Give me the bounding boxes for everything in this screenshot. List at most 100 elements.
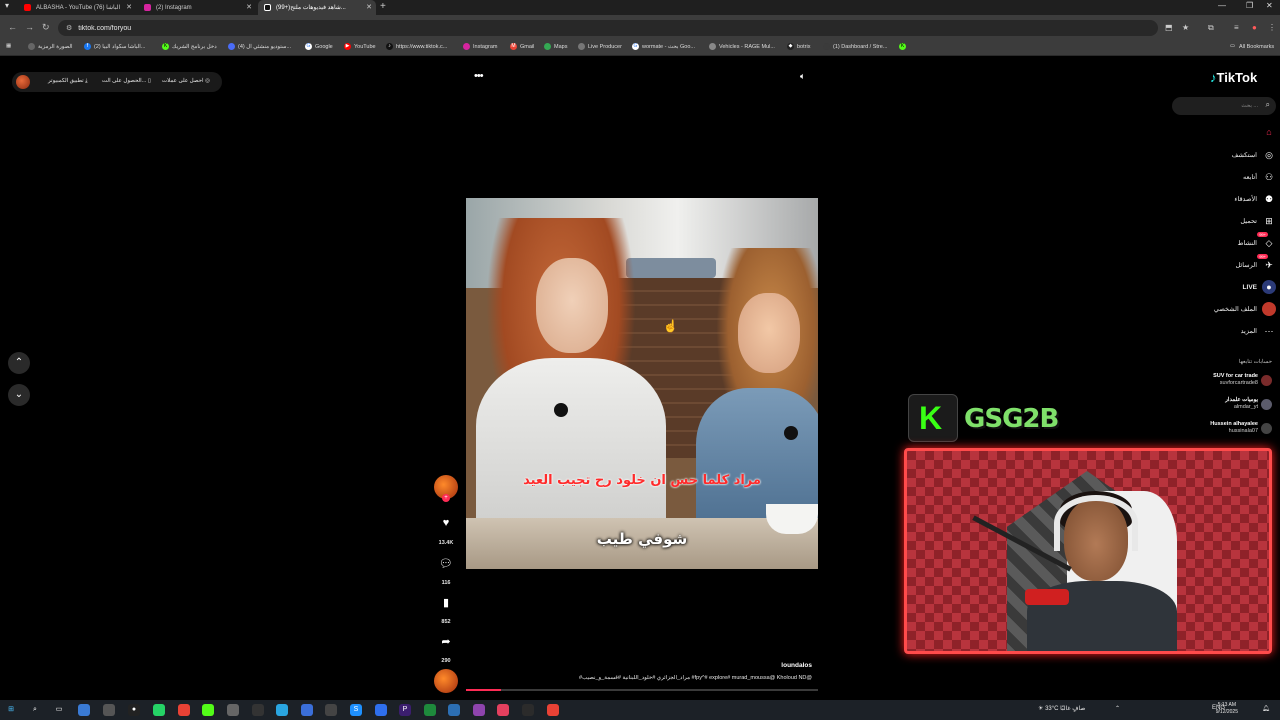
reload-icon[interactable]: ↻ <box>42 22 50 33</box>
nav-following[interactable]: أتابعه ⚇ <box>1180 169 1276 185</box>
tab-instagram[interactable]: (2) Instagram ✕ <box>138 0 256 15</box>
volume-icon[interactable]: 🔈︎ <box>800 71 805 82</box>
media-icon[interactable]: ≡ <box>1234 23 1239 32</box>
premiere-icon[interactable]: P <box>399 704 411 716</box>
nav-messages[interactable]: الرسائل ✈ 99+ <box>1180 254 1276 273</box>
tab-tiktok[interactable]: (99+)شاهد فيديوهات ملتح... ✕ <box>258 0 376 15</box>
omnibox[interactable]: ⚙ <box>58 20 1158 36</box>
app-icon[interactable]: ● <box>128 704 140 716</box>
get-on-tv-button[interactable]: الحصول على الت... ▯ <box>102 78 151 84</box>
extensions-icon[interactable]: ⧉ <box>1208 23 1214 33</box>
search-icon[interactable]: ⌕ <box>29 704 41 716</box>
minimize-icon[interactable]: — <box>1218 1 1226 10</box>
weather-widget[interactable]: ☀ 33°C صافٍ غالبًا <box>1038 705 1085 712</box>
next-video-button[interactable]: ⌄ <box>8 384 30 406</box>
bookmark-item[interactable]: الصورة الرمزية <box>28 43 73 50</box>
tray-chevron-icon[interactable]: ⌃ <box>1115 705 1120 712</box>
profile-avatar-icon[interactable]: ● <box>1252 23 1257 32</box>
site-info-icon[interactable]: ⚙ <box>66 24 72 32</box>
forward-icon[interactable]: → <box>25 22 34 32</box>
close-icon[interactable]: ✕ <box>126 3 132 11</box>
bookmark-item[interactable]: M Gmail <box>510 43 534 50</box>
comment-icon[interactable]: 💬︎ <box>434 557 458 570</box>
following-account[interactable]: Hussein alhayalee hussinala07 <box>1160 421 1274 441</box>
app-icon[interactable] <box>325 704 337 716</box>
bookmark-icon[interactable]: ▮ <box>434 596 458 609</box>
search-icon[interactable]: ⌕ <box>1266 100 1270 110</box>
video-author[interactable]: loundalos <box>700 662 812 669</box>
search-input[interactable] <box>1178 100 1258 112</box>
app-icon[interactable] <box>473 704 485 716</box>
nav-home[interactable]: ⌂ <box>1180 124 1276 140</box>
app-icon[interactable] <box>497 704 509 716</box>
notification-icon[interactable]: 🔔︎ <box>1262 705 1270 712</box>
clock[interactable]: 5:13 AM 9/12/2025 <box>1216 702 1238 716</box>
app-icon[interactable] <box>301 704 313 716</box>
bookmark-item[interactable]: K <box>899 43 909 50</box>
telegram-icon[interactable] <box>276 704 288 716</box>
all-bookmarks[interactable]: ▭ All Bookmarks <box>1229 43 1274 50</box>
more-options-icon[interactable]: ••• <box>474 70 484 82</box>
bookmark-item[interactable]: Instagram <box>463 43 497 50</box>
share-icon[interactable]: ➦ <box>434 635 458 648</box>
nav-activity[interactable]: النشاط ◇ 99+ <box>1180 232 1276 251</box>
bookmark-star-icon[interactable]: ★ <box>1182 23 1189 32</box>
app-icon[interactable] <box>252 704 264 716</box>
like-heart-icon[interactable]: ♥ <box>434 517 458 529</box>
back-icon[interactable]: ← <box>8 22 17 32</box>
kick-icon[interactable] <box>202 704 214 716</box>
close-icon[interactable]: ✕ <box>246 3 252 11</box>
music-disc-icon[interactable] <box>434 669 458 693</box>
whatsapp-icon[interactable] <box>153 704 165 716</box>
bookmark-item[interactable]: K دخل برنامج الشريك <box>162 43 217 50</box>
install-icon[interactable]: ⬒ <box>1165 23 1173 32</box>
app-icon[interactable] <box>375 704 387 716</box>
nav-profile[interactable]: الملف الشخصي <box>1180 301 1276 317</box>
nav-friends[interactable]: الأصدقاء ⚉ <box>1180 191 1276 207</box>
avatar[interactable] <box>16 75 30 89</box>
video-caption[interactable]: #مراد_الجزائري #خلود_اللبنانية #قسمة_و_ن… <box>466 675 812 681</box>
app-icon[interactable] <box>424 704 436 716</box>
bookmark-item[interactable]: ▶ YouTube <box>344 43 376 50</box>
tiktok-logo[interactable]: ♪TikTok <box>1210 70 1257 85</box>
following-account[interactable]: SUV for car trade suvforcartrade8 <box>1160 373 1274 393</box>
get-coins-button[interactable]: احصل على عملات ◎ <box>162 78 210 84</box>
bookmark-item[interactable]: G Google <box>305 43 333 50</box>
bookmark-item[interactable]: ◆ botrix <box>787 43 810 50</box>
previous-video-button[interactable]: ⌃ <box>8 352 30 374</box>
bookmark-item[interactable]: Gwormate - بحث Goo... <box>632 43 695 50</box>
close-icon[interactable]: ✕ <box>366 3 372 11</box>
video-player[interactable]: مراد كلما حس ان خلود رح تجيب العيد شوفي … <box>466 198 818 569</box>
menu-icon[interactable]: ⋮ <box>1268 23 1276 32</box>
new-tab-icon[interactable]: + <box>380 1 386 12</box>
bookmark-item[interactable]: (4) ستوديو منشئي ال... <box>228 43 291 50</box>
nav-explore[interactable]: استكشف ◎ <box>1180 147 1276 163</box>
apps-icon[interactable]: ▦ <box>6 43 11 49</box>
search-box[interactable]: ⌕ <box>1172 97 1276 115</box>
following-account[interactable]: يوميات علمدار almdar_yt <box>1160 397 1274 417</box>
close-window-icon[interactable]: ✕ <box>1266 1 1273 10</box>
tab-search-icon[interactable]: ▾ <box>5 1 9 10</box>
app-icon[interactable] <box>522 704 534 716</box>
nav-live[interactable]: LIVE ● <box>1180 279 1276 295</box>
app-icon[interactable] <box>227 704 239 716</box>
restore-icon[interactable]: ❐ <box>1246 1 1253 10</box>
video-progress-bar[interactable] <box>466 689 818 691</box>
bookmark-item[interactable]: Maps <box>544 43 567 50</box>
nav-more[interactable]: المزيد ⋯ <box>1180 323 1276 339</box>
url-input[interactable] <box>78 24 479 32</box>
task-view-icon[interactable]: ▭ <box>53 704 65 716</box>
chrome-icon[interactable] <box>547 704 559 716</box>
nav-upload[interactable]: تحميل ⊞ <box>1180 213 1276 229</box>
skype-icon[interactable]: S <box>350 704 362 716</box>
chrome-icon[interactable] <box>178 704 190 716</box>
app-icon[interactable] <box>448 704 460 716</box>
windows-start-icon[interactable]: ⊞ <box>5 704 17 716</box>
bookmark-item[interactable]: (1) Dashboard / Stre... <box>823 43 887 50</box>
app-icon[interactable] <box>103 704 115 716</box>
tab-youtube[interactable]: ALBASHA - YouTube الباشا (76) ✕ <box>18 0 136 15</box>
bookmark-item[interactable]: f (2) الباشا سكواد البيا... <box>84 43 145 50</box>
bookmark-item[interactable]: Live Producer <box>578 43 622 50</box>
desktop-app-button[interactable]: تطبيق الكمبيوتر ⤓ <box>48 78 88 85</box>
follow-plus-icon[interactable]: + <box>442 494 450 502</box>
